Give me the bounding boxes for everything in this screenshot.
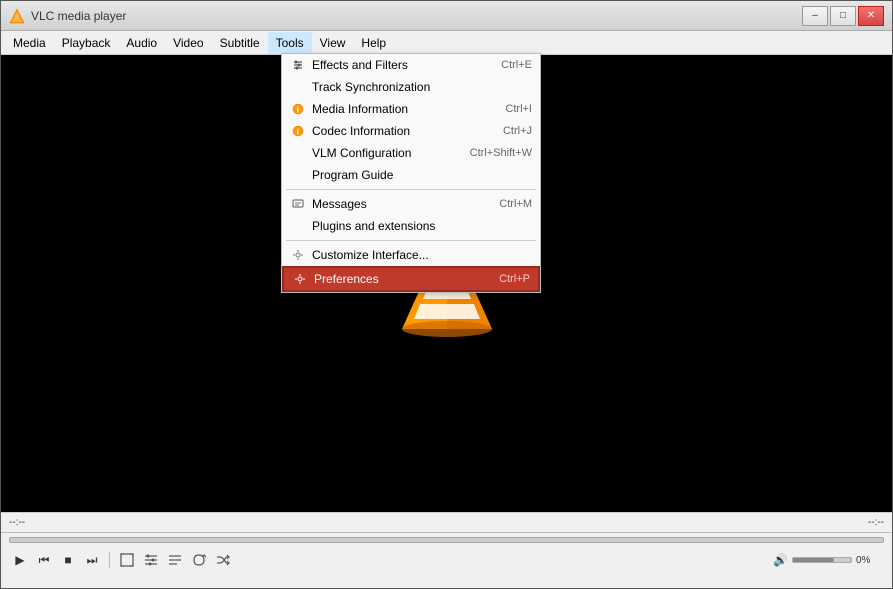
random-button[interactable] xyxy=(212,549,234,571)
menu-item-audio[interactable]: Audio xyxy=(118,32,165,54)
title-bar: VLC media player – □ ✕ xyxy=(1,1,892,31)
time-remaining: --:-- xyxy=(447,517,885,528)
menu-item-tools[interactable]: Tools xyxy=(268,32,312,54)
track-sync-label: Track Synchronization xyxy=(312,80,430,94)
maximize-button[interactable]: □ xyxy=(830,6,856,26)
stop-button[interactable]: ■ xyxy=(57,549,79,571)
program-guide-icon xyxy=(290,167,306,183)
menu-codec-info[interactable]: i Codec Information Ctrl+J xyxy=(282,120,540,142)
codec-info-icon: i xyxy=(290,123,306,139)
customize-label: Customize Interface... xyxy=(312,248,429,262)
effects-filters-label: Effects and Filters xyxy=(312,58,408,72)
fullscreen-button[interactable] xyxy=(116,549,138,571)
sliders-icon xyxy=(290,57,306,73)
play-button[interactable]: ▶ xyxy=(9,549,31,571)
svg-text:i: i xyxy=(297,128,299,137)
preferences-icon xyxy=(292,271,308,287)
messages-shortcut: Ctrl+M xyxy=(479,198,532,210)
volume-area: 🔊 0% xyxy=(773,553,884,567)
controls-row: ▶ ⏮ ■ ⏭ 🔊 0% xyxy=(9,549,884,571)
volume-percent: 0% xyxy=(856,555,884,566)
prev-button[interactable]: ⏮ xyxy=(33,549,55,571)
menu-item-media[interactable]: Media xyxy=(5,32,54,54)
plugins-label: Plugins and extensions xyxy=(312,219,435,233)
menu-item-video[interactable]: Video xyxy=(165,32,211,54)
media-info-shortcut: Ctrl+I xyxy=(485,103,532,115)
volume-slider[interactable] xyxy=(792,557,852,563)
svg-text:i: i xyxy=(297,106,299,115)
vlm-icon xyxy=(290,145,306,161)
menu-preferences[interactable]: Preferences Ctrl+P xyxy=(282,266,540,292)
media-info-icon: i xyxy=(290,101,306,117)
loop-button[interactable] xyxy=(188,549,210,571)
status-bar: --:-- --:-- xyxy=(1,512,892,532)
effects-filters-shortcut: Ctrl+E xyxy=(481,59,532,71)
messages-label: Messages xyxy=(312,197,367,211)
preferences-label: Preferences xyxy=(314,272,379,286)
playlist-button[interactable] xyxy=(164,549,186,571)
menu-vlm-config[interactable]: VLM Configuration Ctrl+Shift+W xyxy=(282,142,540,164)
app-icon xyxy=(9,8,25,24)
window-controls: – □ ✕ xyxy=(802,6,884,26)
track-sync-icon xyxy=(290,79,306,95)
menu-item-view[interactable]: View xyxy=(312,32,354,54)
menu-item-subtitle[interactable]: Subtitle xyxy=(212,32,268,54)
window-title: VLC media player xyxy=(31,9,802,23)
vlm-config-shortcut: Ctrl+Shift+W xyxy=(450,147,532,159)
volume-icon: 🔊 xyxy=(773,553,788,567)
menu-program-guide[interactable]: Program Guide xyxy=(282,164,540,186)
vlm-config-label: VLM Configuration xyxy=(312,146,411,160)
extended-button[interactable] xyxy=(140,549,162,571)
separator-2 xyxy=(286,240,536,241)
codec-info-shortcut: Ctrl+J xyxy=(483,125,532,137)
menu-track-sync[interactable]: Track Synchronization xyxy=(282,76,540,98)
menu-messages[interactable]: Messages Ctrl+M xyxy=(282,193,540,215)
separator-1 xyxy=(286,189,536,190)
menu-effects-filters[interactable]: Effects and Filters Ctrl+E xyxy=(282,54,540,76)
next-button[interactable]: ⏭ xyxy=(81,549,103,571)
close-button[interactable]: ✕ xyxy=(858,6,884,26)
time-elapsed: --:-- xyxy=(9,517,447,528)
menu-item-playback[interactable]: Playback xyxy=(54,32,119,54)
menu-bar: Media Playback Audio Video Subtitle Tool… xyxy=(1,31,892,55)
menu-customize[interactable]: Customize Interface... xyxy=(282,244,540,266)
separator-controls-1 xyxy=(109,552,110,568)
minimize-button[interactable]: – xyxy=(802,6,828,26)
messages-icon xyxy=(290,196,306,212)
progress-bar[interactable] xyxy=(9,537,884,543)
media-info-label: Media Information xyxy=(312,102,408,116)
menu-plugins[interactable]: Plugins and extensions xyxy=(282,215,540,237)
customize-icon xyxy=(290,247,306,263)
codec-info-label: Codec Information xyxy=(312,124,410,138)
tools-dropdown: Effects and Filters Ctrl+E Track Synchro… xyxy=(281,53,541,293)
controls-bar: ▶ ⏮ ■ ⏭ 🔊 0% xyxy=(1,532,892,588)
app-window: VLC media player – □ ✕ Media Playback Au… xyxy=(0,0,893,589)
plugins-icon xyxy=(290,218,306,234)
menu-media-info[interactable]: i Media Information Ctrl+I xyxy=(282,98,540,120)
program-guide-label: Program Guide xyxy=(312,168,393,182)
menu-item-help[interactable]: Help xyxy=(353,32,394,54)
preferences-shortcut: Ctrl+P xyxy=(479,273,530,285)
